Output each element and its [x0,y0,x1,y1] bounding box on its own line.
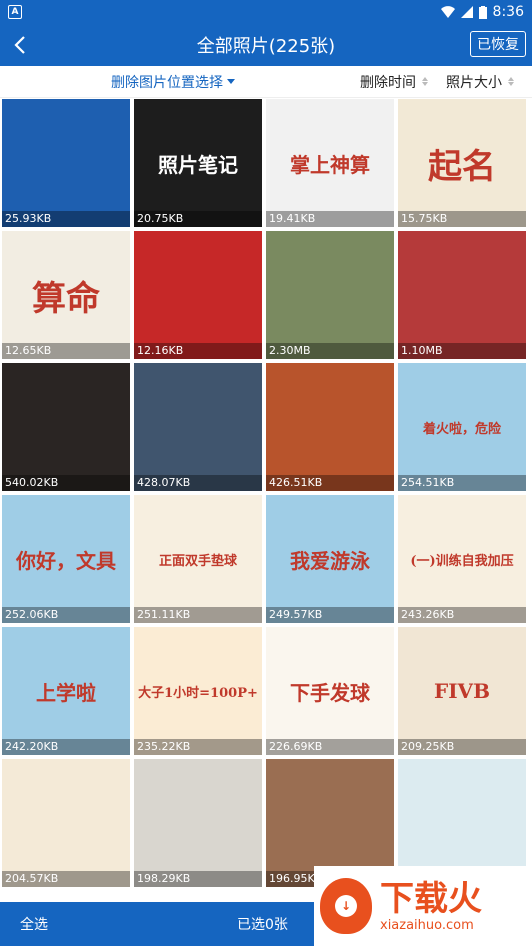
photo-thumbnail [134,759,262,887]
photo-tile[interactable]: 上学啦 242.20KB [2,627,130,755]
photo-size-label: 204.57KB [2,871,130,887]
flame-logo-icon: ↓ [320,878,372,934]
app-notification-icon: A [8,5,22,19]
photo-size-label: 540.02KB [2,475,130,491]
filter-bar: 删除图片位置选择 删除时间 照片大小 [0,66,532,98]
photo-tile[interactable]: 正面双手垫球 251.11KB [134,495,262,623]
photo-size-label: 12.16KB [134,343,262,359]
watermark-logo: ↓ 下载火 xiazaihuo.com [314,866,532,946]
photo-thumbnail [134,231,262,359]
status-bar: A 8:36 [0,0,532,24]
signal-icon [460,6,473,18]
photo-tile[interactable]: FIVB 209.25KB [398,627,526,755]
photo-size-label: 226.69KB [266,739,394,755]
photo-size-label: 251.11KB [134,607,262,623]
sort-by-photo-size[interactable]: 照片大小 [446,72,514,92]
photo-thumbnail: 着火啦，危险 [422,421,501,437]
photo-tile[interactable]: 198.29KB [134,759,262,887]
photo-tile[interactable]: 204.57KB [2,759,130,887]
photo-size-label: 2.30MB [266,343,394,359]
photo-grid: 25.93KB 照片笔记 20.75KB 掌上神算 19.41KB 起名 15.75KB 算命… [2,99,530,887]
sort-arrows-icon [508,77,514,86]
photo-size-label: 20.75KB [134,211,262,227]
sort-time-label: 删除时间 [360,74,416,91]
photo-tile[interactable]: 25.93KB [2,99,130,227]
photo-thumbnail [2,363,130,491]
photo-thumbnail: 算命 [32,278,100,319]
wifi-icon [440,6,455,18]
photo-tile[interactable]: 我爱游泳 249.57KB [266,495,394,623]
photo-size-label: 12.65KB [2,343,130,359]
app-bar: 全部照片(225张) 已恢复 [0,24,532,66]
photo-size-label: 19.41KB [266,211,394,227]
photo-thumbnail [134,363,262,491]
photo-tile[interactable]: 大子1小时=100P+ 235.22KB [134,627,262,755]
photo-tile[interactable]: 2.30MB [266,231,394,359]
photo-tile[interactable]: 照片笔记 20.75KB [134,99,262,227]
photo-tile[interactable]: (一)训练自我加压 243.26KB [398,495,526,623]
photo-tile[interactable]: 540.02KB [2,363,130,491]
photo-thumbnail [266,231,394,359]
photo-thumbnail [2,99,130,227]
photo-size-label: 25.93KB [2,211,130,227]
photo-thumbnail: 我爱游泳 [290,548,370,573]
watermark-text: 下载火 [380,878,482,919]
photo-thumbnail: 大子1小时=100P+ [138,685,258,701]
photo-size-label: 254.51KB [398,475,526,491]
photo-tile[interactable]: 下手发球 226.69KB [266,627,394,755]
location-filter-label: 删除图片位置选择 [111,74,223,91]
battery-icon [478,5,487,19]
photo-thumbnail: 下手发球 [290,680,370,705]
select-all-button[interactable]: 全选 [20,914,48,934]
photo-thumbnail [2,759,130,887]
photo-tile[interactable]: 掌上神算 19.41KB [266,99,394,227]
photo-thumbnail: 正面双手垫球 [158,553,237,569]
photo-thumbnail: 起名 [428,146,496,187]
photo-thumbnail: 你好，文具 [16,548,116,573]
selected-count: 已选0张 [237,917,288,933]
photo-thumbnail [398,231,526,359]
photo-tile[interactable]: 起名 15.75KB [398,99,526,227]
photo-size-label: 243.26KB [398,607,526,623]
restored-button[interactable]: 已恢复 [470,31,526,57]
photo-thumbnail: (一)训练自我加压 [410,553,514,569]
photo-thumbnail: 掌上神算 [290,152,370,177]
photo-thumbnail: 照片笔记 [158,152,238,177]
photo-size-label: 252.06KB [2,607,130,623]
sort-by-delete-time[interactable]: 删除时间 [360,72,428,92]
photo-size-label: 198.29KB [134,871,262,887]
watermark-url: xiazaihuo.com [380,917,474,933]
photo-thumbnail [266,363,394,491]
photo-tile[interactable]: 算命 12.65KB [2,231,130,359]
sort-size-label: 照片大小 [446,74,502,91]
photo-size-label: 249.57KB [266,607,394,623]
back-button[interactable] [0,24,40,66]
photo-tile[interactable]: 你好，文具 252.06KB [2,495,130,623]
photo-size-label: 209.25KB [398,739,526,755]
photo-size-label: 428.07KB [134,475,262,491]
photo-tile[interactable]: 428.07KB [134,363,262,491]
page-title: 全部照片(225张) [196,36,336,57]
photo-thumbnail: FIVB [434,679,490,703]
photo-size-label: 235.22KB [134,739,262,755]
location-filter-dropdown[interactable]: 删除图片位置选择 [111,72,235,92]
sort-arrows-icon [422,77,428,86]
photo-tile[interactable]: 着火啦，危险 254.51KB [398,363,526,491]
clock: 8:36 [492,4,524,20]
photo-size-label: 15.75KB [398,211,526,227]
photo-size-label: 242.20KB [2,739,130,755]
chevron-left-icon [14,36,25,54]
photo-tile[interactable]: 426.51KB [266,363,394,491]
photo-thumbnail: 上学啦 [36,680,96,705]
photo-size-label: 1.10MB [398,343,526,359]
photo-tile[interactable]: 12.16KB [134,231,262,359]
caret-down-icon [227,79,235,84]
photo-tile[interactable]: 1.10MB [398,231,526,359]
photo-size-label: 426.51KB [266,475,394,491]
